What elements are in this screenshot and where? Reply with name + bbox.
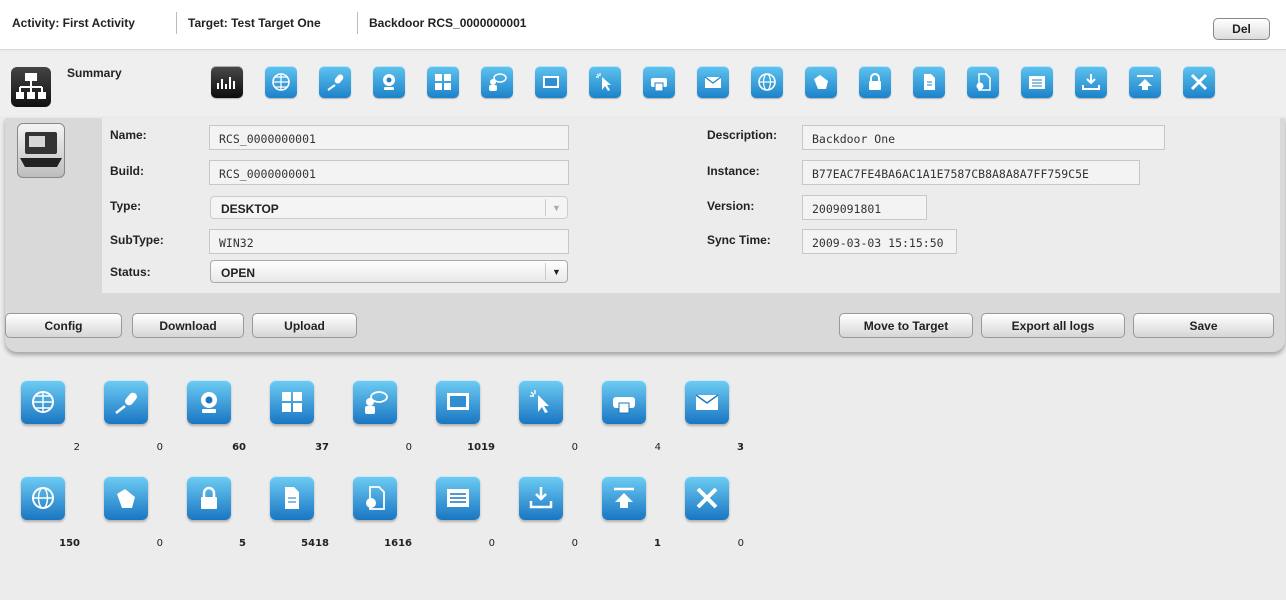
webcam-icon[interactable] [187, 380, 231, 424]
evidence-count: 60 [232, 442, 246, 453]
evidence-count: 0 [737, 538, 744, 549]
breadcrumb-activity[interactable]: Activity: First Activity [12, 16, 135, 30]
version-label: Version: [707, 199, 755, 213]
top-bar: Activity: First Activity Target: Test Ta… [0, 0, 1286, 50]
tools-icon[interactable] [685, 476, 729, 520]
evidence-count: 150 [59, 538, 80, 549]
file-open-icon[interactable] [967, 66, 999, 98]
download-icon[interactable] [519, 476, 563, 520]
tools-icon[interactable] [1183, 66, 1215, 98]
evidence-count: 2 [73, 442, 80, 453]
backdoor-panel: Name: RCS_0000000001 Build: RCS_00000000… [5, 118, 1285, 352]
instance-label: Instance: [707, 164, 760, 178]
status-label: Status: [110, 265, 151, 279]
breadcrumb-separator [176, 12, 177, 34]
chat-icon[interactable] [353, 380, 397, 424]
evidence-count: 1019 [467, 442, 495, 453]
subtype-label: SubType: [110, 233, 164, 247]
chevron-down-icon: ▼ [545, 199, 567, 216]
backdoor-form: Name: RCS_0000000001 Build: RCS_00000000… [102, 118, 1280, 293]
application-icon[interactable] [1021, 66, 1053, 98]
globe-phone-icon[interactable] [21, 380, 65, 424]
status-value: OPEN [221, 266, 256, 280]
mail-icon[interactable] [697, 66, 729, 98]
password-icon[interactable] [187, 476, 231, 520]
file-icon[interactable] [913, 66, 945, 98]
sync-time-label: Sync Time: [707, 233, 771, 247]
password-icon[interactable] [859, 66, 891, 98]
download-icon[interactable] [1075, 66, 1107, 98]
build-label: Build: [110, 164, 144, 178]
delete-button[interactable]: Del [1213, 18, 1270, 40]
subtype-field[interactable]: WIN32 [209, 229, 569, 254]
url-icon[interactable] [21, 476, 65, 520]
download-button[interactable]: Download [132, 313, 244, 338]
evidence-count: 5418 [301, 538, 329, 549]
chart-icon[interactable] [211, 66, 243, 98]
printer-icon[interactable] [643, 66, 675, 98]
evidence-count: 0 [571, 442, 578, 453]
evidence-count: 0 [571, 538, 578, 549]
evidence-count: 4 [654, 442, 661, 453]
breadcrumb-backdoor[interactable]: Backdoor RCS_0000000001 [369, 16, 526, 30]
build-field[interactable]: RCS_0000000001 [209, 160, 569, 185]
move-to-target-button[interactable]: Move to Target [839, 313, 973, 338]
printer-icon[interactable] [602, 380, 646, 424]
clipboard-icon[interactable] [104, 476, 148, 520]
description-label: Description: [707, 128, 778, 142]
upload-button[interactable]: Upload [252, 313, 357, 338]
microphone-icon[interactable] [319, 66, 351, 98]
instance-field[interactable]: B77EAC7FE4BA6AC1A1E7587CB8A8A8A7FF759C5E [802, 160, 1140, 185]
chat-icon[interactable] [481, 66, 513, 98]
mouse-icon[interactable] [589, 66, 621, 98]
upload-icon[interactable] [602, 476, 646, 520]
evidence-toolbar: Summary [0, 52, 1286, 116]
evidence-count: 5 [239, 538, 246, 549]
config-button[interactable]: Config [5, 313, 122, 338]
screenshot-icon[interactable] [436, 380, 480, 424]
type-select: DESKTOP ▼ [210, 196, 568, 219]
clipboard-icon[interactable] [805, 66, 837, 98]
mouse-icon[interactable] [519, 380, 563, 424]
sitemap-icon[interactable] [11, 67, 51, 107]
evidence-count: 0 [488, 538, 495, 549]
screenshot-icon[interactable] [535, 66, 567, 98]
keylog-icon[interactable] [270, 380, 314, 424]
evidence-count: 37 [315, 442, 329, 453]
evidence-count: 0 [156, 538, 163, 549]
breadcrumb-separator [357, 12, 358, 34]
description-field[interactable]: Backdoor One [802, 125, 1165, 150]
file-open-icon[interactable] [353, 476, 397, 520]
breadcrumb-target[interactable]: Target: Test Target One [188, 16, 321, 30]
microphone-icon[interactable] [104, 380, 148, 424]
keylog-icon[interactable] [427, 66, 459, 98]
globe-phone-icon[interactable] [265, 66, 297, 98]
evidence-count: 1616 [384, 538, 412, 549]
evidence-count: 0 [405, 442, 412, 453]
upload-icon[interactable] [1129, 66, 1161, 98]
name-label: Name: [110, 128, 147, 142]
type-value: DESKTOP [221, 202, 279, 216]
evidence-count: 0 [156, 442, 163, 453]
name-field[interactable]: RCS_0000000001 [209, 125, 569, 150]
file-icon[interactable] [270, 476, 314, 520]
evidence-count: 3 [737, 442, 744, 453]
version-field[interactable]: 2009091801 [802, 195, 927, 220]
export-all-logs-button[interactable]: Export all logs [981, 313, 1125, 338]
webcam-icon[interactable] [373, 66, 405, 98]
mail-icon[interactable] [685, 380, 729, 424]
status-select[interactable]: OPEN ▼ [210, 260, 568, 283]
evidence-count: 1 [654, 538, 661, 549]
laptop-windows-icon [17, 123, 65, 178]
application-icon[interactable] [436, 476, 480, 520]
save-button[interactable]: Save [1133, 313, 1274, 338]
summary-label[interactable]: Summary [67, 66, 122, 80]
type-label: Type: [110, 199, 142, 213]
chevron-down-icon[interactable]: ▼ [545, 263, 567, 280]
url-icon[interactable] [751, 66, 783, 98]
sync-time-field[interactable]: 2009-03-03 15:15:50 [802, 229, 957, 254]
